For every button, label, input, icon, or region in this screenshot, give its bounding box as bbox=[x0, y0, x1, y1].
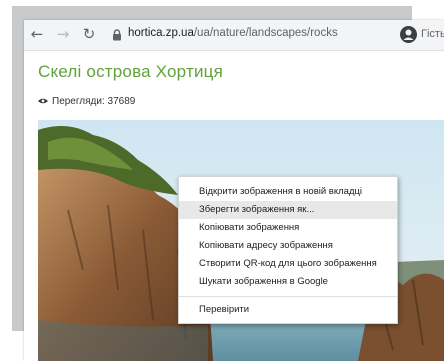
browser-toolbar: ← → ↻ hortica.zp.ua/ua/nature/landscapes… bbox=[24, 20, 444, 51]
reload-icon: ↻ bbox=[82, 25, 96, 43]
stage: ← → ↻ hortica.zp.ua/ua/nature/landscapes… bbox=[0, 0, 444, 361]
lock-icon bbox=[113, 29, 121, 41]
menu-item-save-image-as[interactable]: Зберегти зображення як... bbox=[179, 201, 397, 219]
menu-separator bbox=[179, 296, 397, 297]
browser-window: ← → ↻ hortica.zp.ua/ua/nature/landscapes… bbox=[24, 20, 444, 361]
context-menu: Відкрити зображення в новій вкладці Збер… bbox=[178, 176, 398, 324]
menu-item-copy-image-address[interactable]: Копіювати адресу зображення bbox=[179, 237, 397, 255]
back-button[interactable]: ← bbox=[28, 25, 46, 43]
page-title: Скелі острова Хортиця bbox=[38, 62, 223, 81]
views-counter: Перегляди: 37689 bbox=[38, 96, 135, 107]
reload-button[interactable]: ↻ bbox=[80, 25, 98, 43]
forward-button[interactable]: → bbox=[54, 25, 72, 43]
menu-item-search-image-google[interactable]: Шукати зображення в Google bbox=[179, 273, 397, 291]
menu-item-copy-image[interactable]: Копіювати зображення bbox=[179, 219, 397, 237]
arrow-right-icon: → bbox=[56, 25, 70, 43]
url-text: hortica.zp.ua/ua/nature/landscapes/rocks bbox=[128, 27, 338, 39]
profile-icon[interactable] bbox=[400, 26, 417, 43]
menu-item-create-qr-code[interactable]: Створити QR-код для цього зображення bbox=[179, 255, 397, 273]
url-host: hortica.zp.ua bbox=[128, 27, 194, 39]
menu-item-inspect[interactable]: Перевірити bbox=[179, 301, 397, 319]
profile-label[interactable]: Гість bbox=[421, 28, 444, 40]
address-bar[interactable]: hortica.zp.ua/ua/nature/landscapes/rocks bbox=[108, 24, 396, 45]
views-label: Перегляди: 37689 bbox=[52, 96, 136, 107]
eye-icon bbox=[38, 99, 48, 104]
url-path: /ua/nature/landscapes/rocks bbox=[193, 27, 338, 39]
menu-item-open-image-new-tab[interactable]: Відкрити зображення в новій вкладці bbox=[179, 183, 397, 201]
arrow-left-icon: ← bbox=[30, 25, 44, 43]
